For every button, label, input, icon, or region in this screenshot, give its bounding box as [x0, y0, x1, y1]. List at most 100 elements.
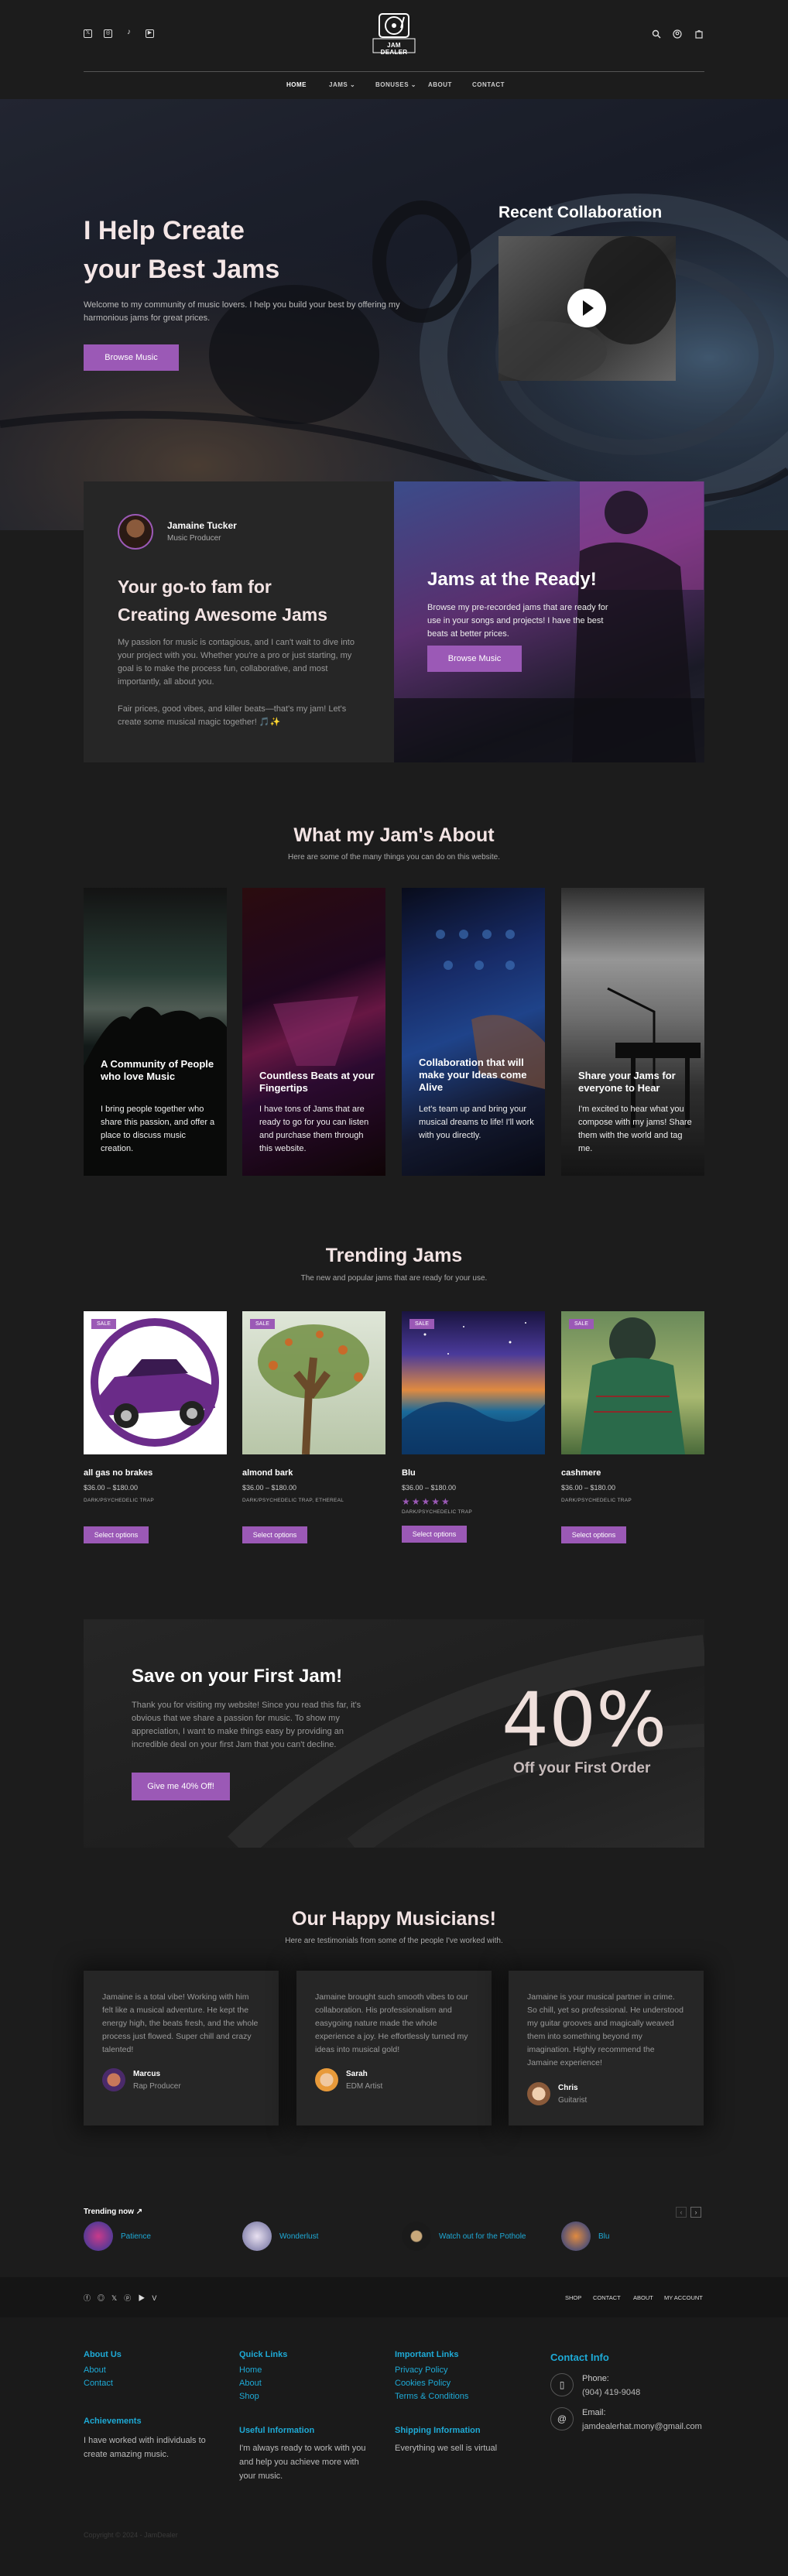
nav-bonuses[interactable]: BONUSES ⌄: [375, 81, 416, 88]
trending-thumb: [402, 2221, 431, 2251]
sarah-avatar: [315, 2068, 338, 2091]
feature-title-1: A Community of People who love Music: [101, 1058, 214, 1082]
product-name[interactable]: all gas no brakes: [84, 1468, 227, 1478]
chevron-down-icon: ⌄: [410, 81, 416, 88]
footer-shipping-text: Everything we sell is virtual: [395, 2444, 498, 2453]
footer-link-contact[interactable]: CONTACT: [593, 2294, 621, 2301]
vimeo-icon[interactable]: V: [152, 2294, 163, 2302]
product-category[interactable]: DARK/PSYCHEDELIC TRAP: [84, 1498, 227, 1503]
cosmic-wave-art: [402, 1322, 545, 1454]
footer-contact-title: Contact Info: [550, 2352, 609, 2363]
nav-home[interactable]: HOME: [286, 81, 307, 88]
nav-bonuses-label: BONUSES: [375, 81, 409, 88]
footer-terms-link[interactable]: Terms & Conditions: [395, 2390, 468, 2403]
footer-cookies-link[interactable]: Cookies Policy: [395, 2377, 451, 2390]
feature-text-2: I have tons of Jams that are ready to go…: [259, 1105, 369, 1153]
x-icon[interactable]: 𝕏: [111, 2294, 124, 2302]
product-category[interactable]: DARK/PSYCHEDELIC TRAP: [561, 1498, 704, 1503]
instagram-icon[interactable]: ◎: [104, 29, 112, 38]
footer-phone-value[interactable]: (904) 419-9048: [582, 2386, 640, 2400]
promo-discount-button[interactable]: Give me 40% Off!: [132, 1773, 230, 1800]
testimonial-role: EDM Artist: [346, 2082, 383, 2091]
x-icon[interactable]: 𝕏: [84, 29, 92, 38]
play-icon: [583, 300, 594, 316]
footer-contact-link[interactable]: Contact: [84, 2377, 113, 2390]
product-name[interactable]: Blu: [402, 1468, 545, 1478]
feature-card-beats[interactable]: Countless Beats at your Fingertips I hav…: [242, 888, 385, 1176]
trending-now-text: Trending now: [84, 2208, 134, 2216]
play-button[interactable]: [567, 289, 606, 327]
product-image-4[interactable]: SALE: [561, 1311, 704, 1454]
footer-achievements-title: Achievements: [84, 2417, 142, 2426]
about-title-line1: Your go-to fam for: [118, 577, 272, 597]
promo-text: Thank you for visiting my website! Since…: [132, 1701, 361, 1749]
product-category[interactable]: DARK/PSYCHEDELIC TRAP: [402, 1509, 545, 1515]
ready-browse-button[interactable]: Browse Music: [427, 646, 522, 672]
nav-contact[interactable]: CONTACT: [472, 81, 505, 88]
trending-title: Trending Jams: [325, 1245, 463, 1266]
product-image-1[interactable]: SALE: [84, 1311, 227, 1454]
select-options-button[interactable]: Select options: [561, 1526, 626, 1543]
promo-big-percent: 40%: [502, 1677, 667, 1763]
product-name[interactable]: almond bark: [242, 1468, 385, 1478]
about-title: Your go-to fam for Creating Awesome Jams: [118, 573, 327, 629]
select-options-button[interactable]: Select options: [242, 1526, 307, 1543]
about-para1: My passion for music is contagious, and …: [118, 638, 355, 687]
testimonials-title: Our Happy Musicians!: [292, 1908, 496, 1930]
hero-browse-button[interactable]: Browse Music: [84, 344, 179, 371]
footer-useful-title: Useful Information: [239, 2426, 315, 2435]
footer-shop-link[interactable]: Shop: [239, 2390, 259, 2403]
chevron-down-icon: ⌄: [349, 81, 356, 88]
footer-social-icons: ⓕ◎𝕏ⓟ▶V: [84, 2293, 163, 2303]
trending-next-button[interactable]: ›: [690, 2207, 701, 2218]
facebook-icon[interactable]: ⓕ: [84, 2294, 98, 2302]
select-options-button[interactable]: Select options: [84, 1526, 149, 1543]
pinterest-icon[interactable]: ⓟ: [124, 2294, 138, 2302]
footer-important-title: Important Links: [395, 2350, 459, 2359]
nav-divider: [84, 71, 704, 72]
footer-useful-text: I'm always ready to work with you and he…: [239, 2444, 366, 2481]
feature-text-1: I bring people together who share this p…: [101, 1105, 215, 1153]
about-title-line2: Creating Awesome Jams: [118, 605, 328, 625]
product-image-3[interactable]: SALE: [402, 1311, 545, 1454]
footer-main: About Us About Contact Quick Links Home …: [0, 2317, 788, 2576]
youtube-icon[interactable]: ▶: [146, 29, 154, 38]
youtube-icon[interactable]: ▶: [138, 2294, 152, 2302]
feature-card-community[interactable]: A Community of People who love Music I b…: [84, 888, 227, 1176]
product-image-2[interactable]: SALE: [242, 1311, 385, 1454]
product-category[interactable]: DARK/PSYCHEDELIC TRAP, ETHEREAL: [242, 1498, 385, 1503]
select-options-button[interactable]: Select options: [402, 1526, 467, 1543]
green-sweater-art: [581, 1317, 685, 1454]
testimonial-name: Chris: [558, 2084, 578, 2092]
search-icon[interactable]: [652, 29, 661, 39]
instagram-icon[interactable]: ◎: [98, 2294, 111, 2302]
account-icon[interactable]: [673, 29, 682, 39]
footer-link-shop[interactable]: SHOP: [565, 2294, 581, 2301]
feature-card-collaboration[interactable]: Collaboration that will make your Ideas …: [402, 888, 545, 1176]
footer-home-link[interactable]: Home: [239, 2364, 262, 2377]
sale-badge: SALE: [569, 1319, 594, 1329]
nav-jams[interactable]: JAMS ⌄: [329, 81, 355, 88]
footer-privacy-link[interactable]: Privacy Policy: [395, 2364, 447, 2377]
feature-title-4: Share your Jams for everyone to Hear: [578, 1070, 676, 1094]
collab-video[interactable]: [498, 236, 676, 381]
site-logo[interactable]: JAM DEALER: [370, 11, 418, 56]
feature-card-share[interactable]: Share your Jams for everyone to Hear I'm…: [561, 888, 704, 1176]
product-price: $36.00 – $180.00: [84, 1484, 139, 1492]
product-name[interactable]: cashmere: [561, 1468, 704, 1478]
footer-link-my-account[interactable]: MY ACCOUNT: [664, 2294, 703, 2301]
nav-about[interactable]: ABOUT: [428, 81, 452, 88]
ready-card: Jams at the Ready! Browse my pre-recorde…: [394, 481, 704, 762]
cart-icon[interactable]: [694, 29, 704, 39]
about-role: Music Producer: [167, 534, 221, 543]
footer-email-value[interactable]: jamdealerhat.mony@gmail.com: [582, 2420, 702, 2434]
purple-car-art: [91, 1318, 219, 1447]
footer-about-link-2[interactable]: About: [239, 2377, 262, 2390]
about-para2: Fair prices, good vibes, and killer beat…: [118, 704, 347, 727]
trending-now-label: Trending now ↗: [84, 2208, 142, 2216]
footer-link-about[interactable]: ABOUT: [633, 2294, 653, 2301]
footer-about-link[interactable]: About: [84, 2364, 106, 2377]
about-card: Jamaine Tucker Music Producer Your go-to…: [84, 481, 394, 762]
trending-prev-button[interactable]: ‹: [676, 2207, 687, 2218]
tiktok-icon[interactable]: ♪: [125, 29, 133, 38]
